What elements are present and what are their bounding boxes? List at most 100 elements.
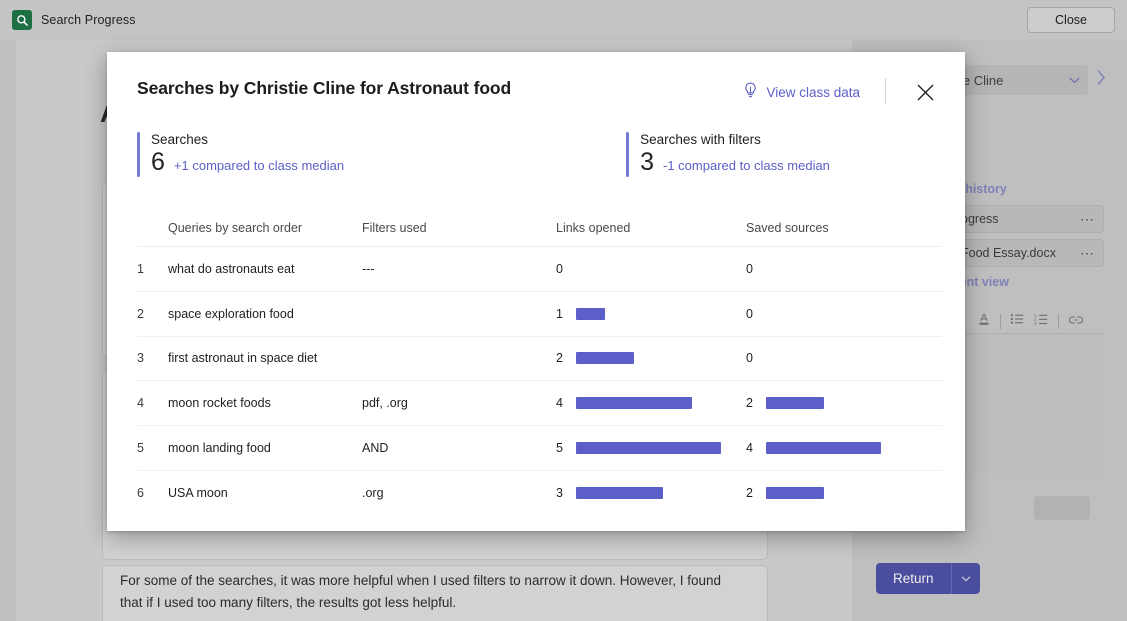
svg-text:3: 3	[1034, 321, 1037, 326]
window-title-bar: Search Progress Close	[0, 0, 1127, 40]
row-saved-value: 0	[746, 307, 766, 321]
stat-delta: +1 compared to class median	[174, 158, 344, 173]
view-class-data-label: View class data	[766, 85, 860, 100]
saved-sources-bar	[766, 487, 824, 499]
row-links-opened: 1	[556, 307, 746, 321]
row-links-opened: 0	[556, 262, 746, 276]
attachment-item[interactable]: Food Essay.docx ⋯	[952, 239, 1104, 267]
table-row: 1what do astronauts eat---00	[137, 247, 942, 292]
links-opened-bar	[576, 308, 605, 320]
row-filters: ---	[362, 262, 556, 276]
editor-toolbar: 123	[952, 310, 1104, 334]
close-icon[interactable]	[911, 78, 939, 106]
bulleted-list-icon[interactable]	[1010, 312, 1025, 331]
lightbulb-icon	[743, 82, 758, 102]
feedback-editor[interactable]: k	[952, 334, 1104, 474]
stat-value: 3	[640, 149, 654, 177]
row-query: what do astronauts eat	[168, 262, 362, 276]
row-index: 1	[137, 262, 168, 276]
saved-sources-bar	[766, 442, 881, 454]
row-query: first astronaut in space diet	[168, 351, 362, 365]
row-links-value: 4	[556, 396, 576, 410]
close-window-button[interactable]: Close	[1027, 7, 1115, 33]
row-index: 3	[137, 351, 168, 365]
row-saved-sources: 0	[746, 307, 942, 321]
student-selector-value: ie Cline	[960, 73, 1069, 88]
stat-accent-bar	[626, 132, 629, 177]
row-saved-sources: 0	[746, 351, 942, 365]
return-button[interactable]: Return	[876, 563, 952, 594]
table-row: 6USA moon.org3 2	[137, 471, 942, 516]
stat-value: 6	[151, 149, 165, 177]
row-links-opened: 3	[556, 486, 746, 500]
row-filters: .org	[362, 486, 556, 500]
row-saved-value: 0	[746, 351, 766, 365]
ellipsis-icon[interactable]: ⋯	[1080, 211, 1095, 228]
row-links-value: 3	[556, 486, 576, 500]
dialog-title: Searches by Christie Cline for Astronaut…	[137, 78, 511, 99]
attachment-item[interactable]: ogress ⋯	[952, 205, 1104, 233]
row-links-opened: 4	[556, 396, 746, 410]
saved-sources-bar	[766, 397, 824, 409]
table-header-saved: Saved sources	[746, 221, 942, 235]
table-header-query: Queries by search order	[168, 221, 362, 235]
summary-stats: Searches 6 +1 compared to class median S…	[137, 132, 830, 177]
numbered-list-icon[interactable]: 123	[1034, 312, 1049, 331]
links-opened-bar	[576, 397, 692, 409]
stat-accent-bar	[137, 132, 140, 177]
table-row: 3first astronaut in space diet 2 0	[137, 337, 942, 382]
table-header-links: Links opened	[556, 221, 746, 235]
view-class-data-button[interactable]: View class data	[743, 82, 860, 102]
links-opened-bar	[576, 487, 663, 499]
chevron-down-icon[interactable]	[952, 563, 980, 594]
table-row: 5moon landing foodAND54	[137, 426, 942, 471]
row-query: moon rocket foods	[168, 396, 362, 410]
header-divider	[885, 78, 886, 104]
next-student-button[interactable]	[1097, 69, 1106, 91]
link-icon[interactable]	[1068, 313, 1084, 331]
searches-table: Queries by search order Filters used Lin…	[137, 210, 942, 516]
secondary-action-button[interactable]	[1034, 496, 1090, 520]
stat-label: Searches	[151, 132, 344, 147]
stat-delta: -1 compared to class median	[663, 158, 830, 173]
row-saved-sources: 4	[746, 441, 942, 455]
table-header-filters: Filters used	[362, 221, 556, 235]
attachment-name: Food Essay.docx	[961, 246, 1080, 260]
row-index: 6	[137, 486, 168, 500]
student-selector[interactable]: ie Cline	[952, 65, 1088, 95]
stat-searches-with-filters: Searches with filters 3 -1 compared to c…	[626, 132, 830, 177]
row-query: space exploration food	[168, 307, 362, 321]
chevron-down-icon	[1069, 71, 1080, 89]
row-saved-value: 0	[746, 262, 766, 276]
row-saved-sources: 0	[746, 262, 942, 276]
window-title: Search Progress	[41, 13, 136, 27]
stat-searches: Searches 6 +1 compared to class median	[137, 132, 344, 177]
toolbar-divider	[1058, 314, 1059, 329]
row-filters: pdf, .org	[362, 396, 556, 410]
reflection-text: For some of the searches, it was more he…	[120, 570, 740, 614]
row-links-value: 1	[556, 307, 576, 321]
row-links-opened: 5	[556, 441, 746, 455]
row-links-value: 5	[556, 441, 576, 455]
stat-label: Searches with filters	[640, 132, 830, 147]
return-button-group[interactable]: Return	[876, 563, 980, 594]
row-links-value: 2	[556, 351, 576, 365]
row-index: 4	[137, 396, 168, 410]
links-opened-bar	[576, 442, 721, 454]
toolbar-divider	[1000, 314, 1001, 329]
font-color-icon[interactable]	[977, 312, 991, 331]
row-query: moon landing food	[168, 441, 362, 455]
row-filters: AND	[362, 441, 556, 455]
table-row: 2space exploration food 1 0	[137, 292, 942, 337]
row-index: 2	[137, 307, 168, 321]
row-links-value: 0	[556, 262, 576, 276]
row-links-opened: 2	[556, 351, 746, 365]
row-saved-sources: 2	[746, 486, 942, 500]
table-body: 1what do astronauts eat---002space explo…	[137, 247, 942, 516]
row-query: USA moon	[168, 486, 362, 500]
table-header-row: Queries by search order Filters used Lin…	[137, 210, 942, 247]
ellipsis-icon[interactable]: ⋯	[1080, 245, 1095, 262]
links-opened-bar	[576, 352, 634, 364]
row-saved-sources: 2	[746, 396, 942, 410]
row-saved-value: 2	[746, 486, 766, 500]
